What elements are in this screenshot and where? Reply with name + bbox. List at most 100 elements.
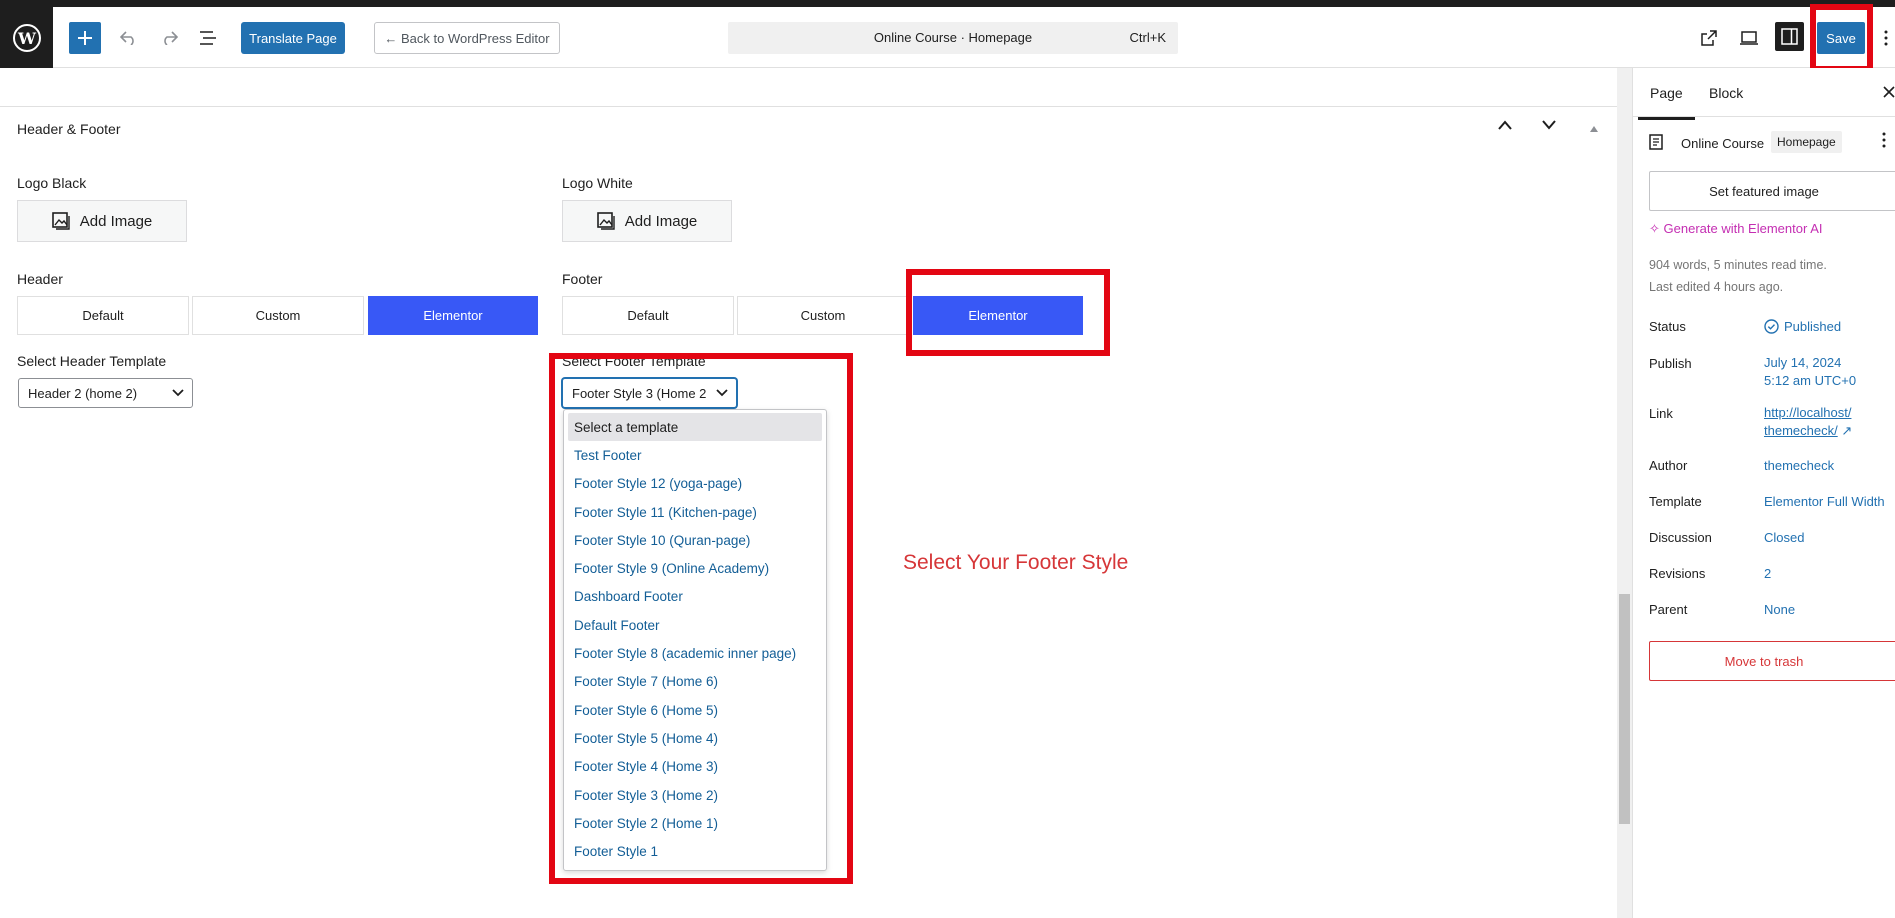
logo-black-add-image-button[interactable]: Add Image <box>17 200 187 242</box>
footer-template-option[interactable]: Footer Style 3 (Home 2) <box>564 781 826 809</box>
image-icon <box>596 212 615 230</box>
preview-button[interactable] <box>1733 22 1765 54</box>
parent-value[interactable]: None <box>1764 601 1795 619</box>
add-image-label: Add Image <box>624 212 698 230</box>
footer-template-option[interactable]: Footer Style 6 (Home 5) <box>564 696 826 724</box>
collapse-section-button[interactable] <box>1589 120 1599 138</box>
link-value[interactable]: http://localhost/ themecheck/ ↗ <box>1764 404 1852 440</box>
settings-sidebar-toggle[interactable] <box>1775 22 1804 51</box>
logo-black-label: Logo Black <box>17 175 87 191</box>
save-button[interactable]: Save <box>1817 22 1865 54</box>
footer-template-option[interactable]: Dashboard Footer <box>564 583 826 611</box>
tab-block[interactable]: Block <box>1709 85 1743 101</box>
footer-option-custom[interactable]: Custom <box>737 296 909 335</box>
footer-template-option[interactable]: Footer Style 4 (Home 3) <box>564 753 826 781</box>
word-count: 904 words, 5 minutes read time. <box>1649 258 1827 272</box>
footer-template-option[interactable]: Footer Style 5 (Home 4) <box>564 724 826 752</box>
template-label: Template <box>1649 494 1702 509</box>
status-label: Status <box>1649 319 1686 334</box>
header-template-select[interactable]: Header 2 (home 2) <box>18 378 193 408</box>
footer-template-option[interactable]: Default Footer <box>564 611 826 639</box>
caret-up-icon <box>1590 126 1598 132</box>
status-value[interactable]: Published <box>1764 318 1841 336</box>
footer-template-option[interactable]: Test Footer <box>564 441 826 469</box>
set-featured-image-button[interactable]: Set featured image <box>1649 171 1895 211</box>
sidebar-divider <box>1633 116 1895 117</box>
footer-template-option[interactable]: Select a template <box>568 413 822 442</box>
header-option-custom[interactable]: Custom <box>192 296 364 335</box>
footer-template-option[interactable]: Footer Style 1 <box>564 837 826 865</box>
page-icon <box>1649 134 1663 150</box>
editor-toolbar: W Translate Page ← Back to WordPress Edi… <box>0 7 1895 68</box>
footer-option-elementor[interactable]: Elementor <box>913 296 1083 335</box>
tab-page[interactable]: Page <box>1638 85 1695 120</box>
close-sidebar-button[interactable] <box>1883 82 1895 103</box>
chevron-up-icon <box>1498 120 1512 130</box>
document-chip: Homepage <box>1771 131 1842 153</box>
wordpress-logo-icon[interactable]: W <box>0 7 53 68</box>
header-option-default[interactable]: Default <box>17 296 189 335</box>
document-name: Online Course <box>1681 136 1765 151</box>
document-title: Online Course · Homepage <box>873 30 1033 45</box>
undo-icon <box>120 31 134 45</box>
sparkle-icon: ✧ <box>1649 221 1664 236</box>
command-palette-bar[interactable]: Online Course · Homepage Ctrl+K <box>728 22 1178 54</box>
generate-ai-label: Generate with Elementor AI <box>1663 221 1823 236</box>
svg-text:W: W <box>17 29 37 48</box>
translate-page-button[interactable]: Translate Page <box>241 22 345 54</box>
footer-template-dropdown: Select a template Test Footer Footer Style… <box>563 409 827 871</box>
document-card: Online Course <box>1649 132 1889 154</box>
footer-template-option[interactable]: Footer Style 12 (yoga-page) <box>564 470 826 498</box>
document-overview-button[interactable] <box>192 22 224 54</box>
sidebar-icon <box>1781 28 1798 45</box>
status-text: Published <box>1784 319 1842 334</box>
link-label: Link <box>1649 406 1673 421</box>
view-page-button[interactable] <box>1693 22 1725 54</box>
logo-white-add-image-button[interactable]: Add Image <box>562 200 732 242</box>
move-down-button[interactable] <box>1541 118 1557 136</box>
footer-template-option[interactable]: Footer Style 7 (Home 6) <box>564 668 826 696</box>
more-vertical-icon <box>1884 30 1888 46</box>
publish-time: 5:12 am UTC+0 <box>1764 373 1857 388</box>
back-to-wordpress-editor-button[interactable]: ← Back to WordPress Editor <box>374 22 560 54</box>
close-icon <box>1883 86 1895 98</box>
publish-date: July 14, 2024 <box>1764 355 1842 370</box>
document-meta: 904 words, 5 minutes read time. Last edi… <box>1649 254 1827 298</box>
author-label: Author <box>1649 458 1688 473</box>
parent-label: Parent <box>1649 602 1688 617</box>
footer-template-value: Footer Style 3 (Home 2 <box>572 385 707 401</box>
chevron-down-icon <box>716 389 728 397</box>
redo-icon <box>164 31 178 45</box>
footer-template-option[interactable]: Footer Style 11 (Kitchen-page) <box>564 498 826 526</box>
publish-label: Publish <box>1649 356 1692 371</box>
publish-value[interactable]: July 14, 2024 5:12 am UTC+0 <box>1764 354 1856 390</box>
author-value[interactable]: themecheck <box>1764 457 1834 475</box>
document-actions-button[interactable] <box>1882 132 1886 153</box>
chevron-down-icon <box>172 389 184 397</box>
scrollbar-thumb[interactable] <box>1619 594 1630 824</box>
logo-white-label: Logo White <box>562 175 633 191</box>
options-menu-button[interactable] <box>1879 22 1893 54</box>
move-up-button[interactable] <box>1497 118 1513 136</box>
template-value[interactable]: Elementor Full Width <box>1764 493 1885 511</box>
footer-template-option[interactable]: Footer Style 8 (academic inner page) <box>564 639 826 667</box>
discussion-value[interactable]: Closed <box>1764 529 1804 547</box>
add-block-button[interactable] <box>69 22 101 54</box>
more-vertical-icon <box>1882 132 1886 148</box>
footer-option-default[interactable]: Default <box>562 296 734 335</box>
footer-template-option[interactable]: Footer Style 2 (Home 1) <box>564 809 826 837</box>
revisions-value[interactable]: 2 <box>1764 565 1771 583</box>
move-to-trash-button[interactable]: Move to trash <box>1649 641 1895 681</box>
footer-template-option[interactable]: Footer Style 10 (Quran-page) <box>564 526 826 554</box>
footer-template-option[interactable]: Footer Style 9 (Online Academy) <box>564 554 826 582</box>
undo-button[interactable] <box>113 22 145 54</box>
redo-button[interactable] <box>153 22 185 54</box>
generate-ai-link[interactable]: ✧ Generate with Elementor AI <box>1649 221 1823 237</box>
footer-label: Footer <box>562 271 603 287</box>
header-option-elementor[interactable]: Elementor <box>368 296 538 335</box>
plus-icon <box>78 31 92 45</box>
link-url-part1: http://localhost/ <box>1764 405 1852 420</box>
footer-template-select[interactable]: Footer Style 3 (Home 2 <box>562 378 737 408</box>
add-image-label: Add Image <box>79 212 153 230</box>
header-template-value: Header 2 (home 2) <box>28 385 138 401</box>
